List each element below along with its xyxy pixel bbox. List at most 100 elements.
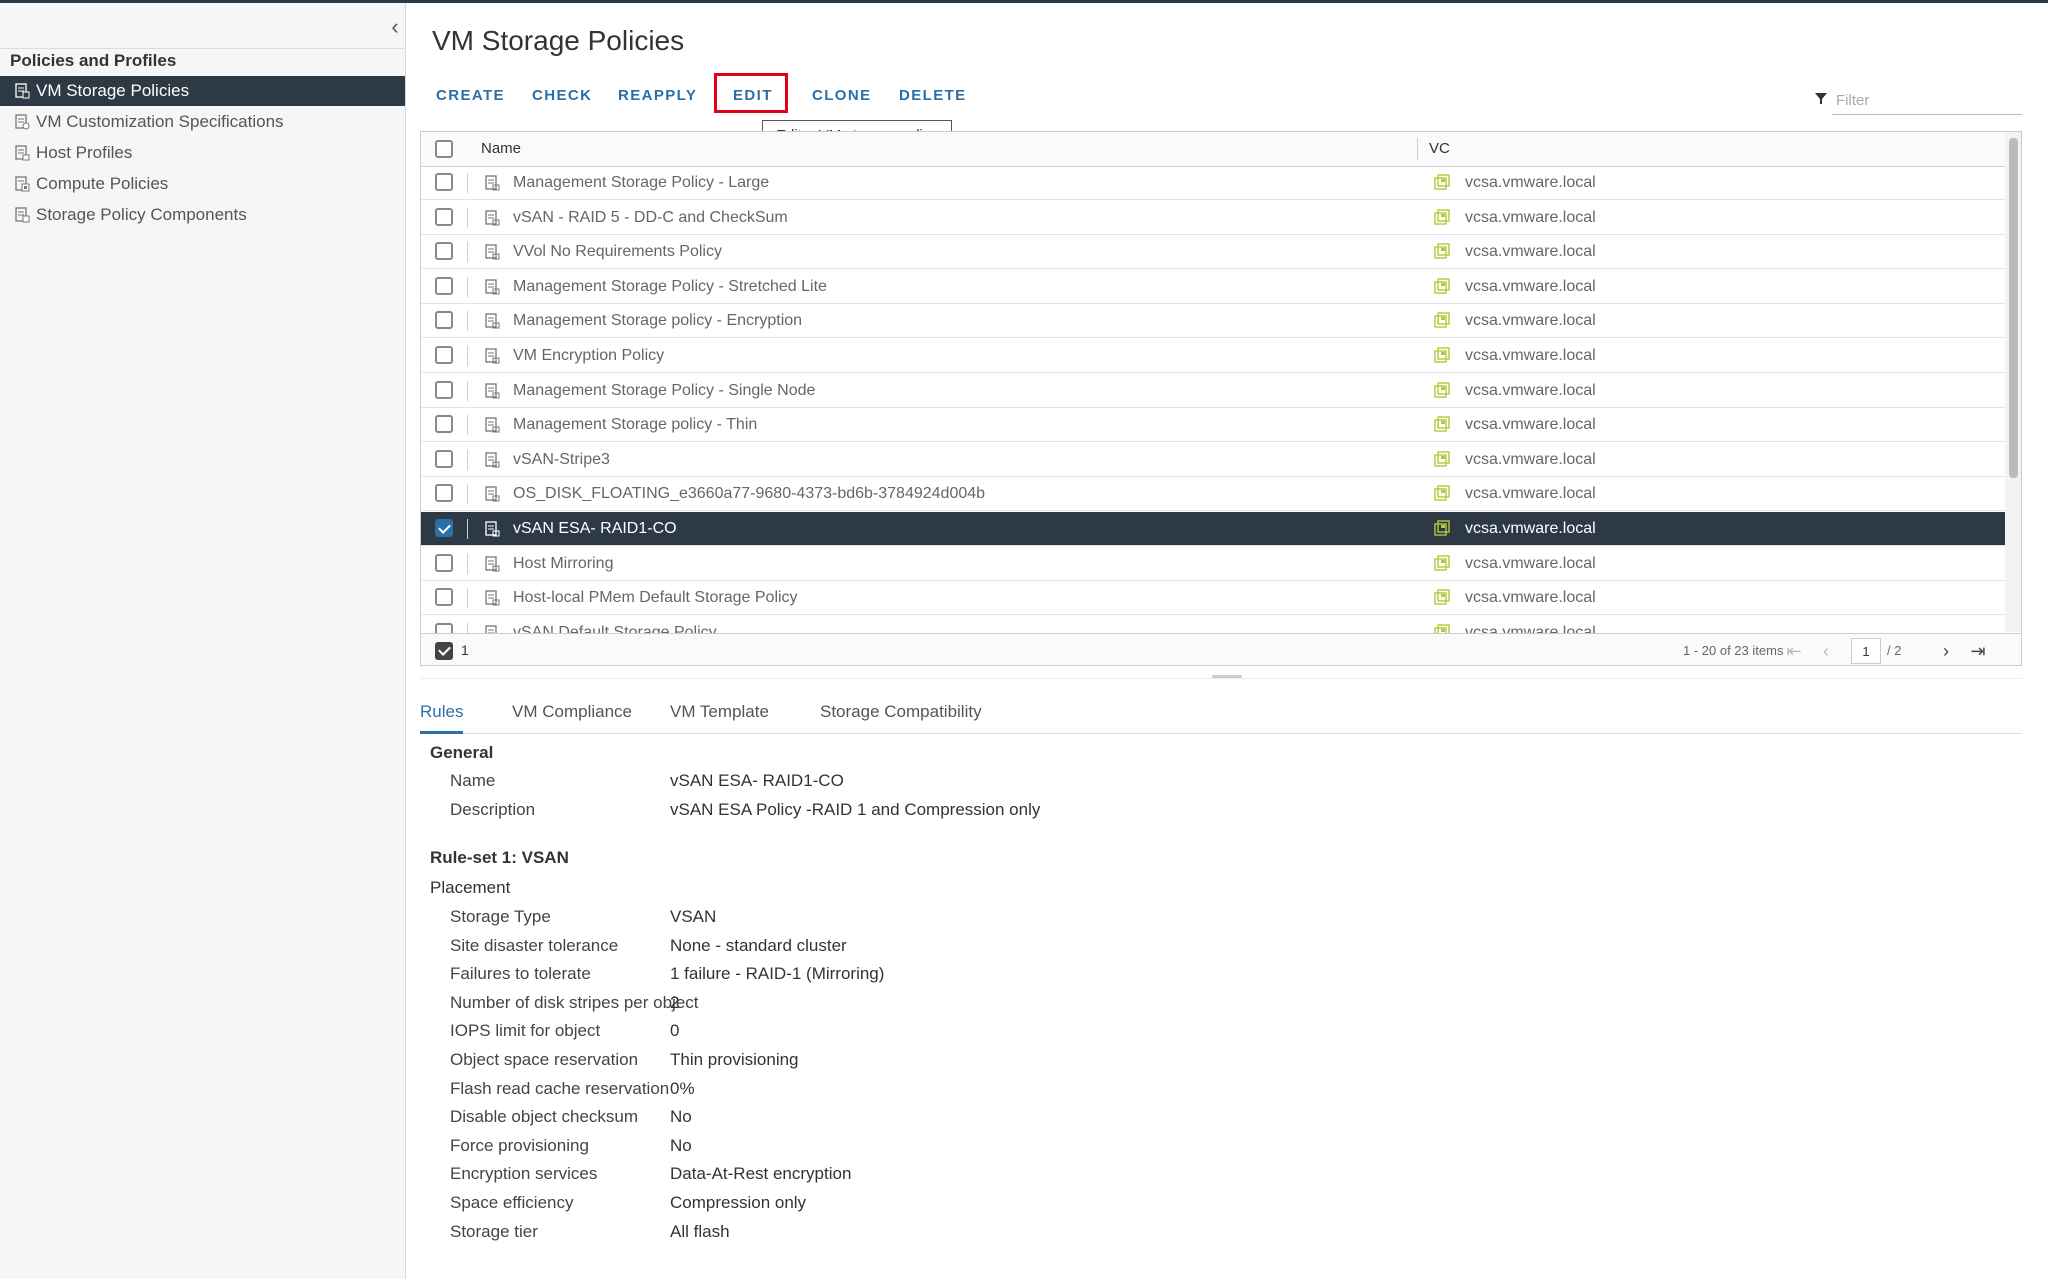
- policy-name[interactable]: Management Storage policy - Thin: [513, 408, 757, 442]
- storage-policy-icon: [485, 348, 500, 364]
- vc-name: vcsa.vmware.local: [1465, 623, 1596, 633]
- sidebar-item-vm-customization-specifications[interactable]: VM Customization Specifications: [0, 107, 405, 137]
- detail-value: 0: [670, 1021, 680, 1041]
- table-row[interactable]: Management Storage policy - Thin vcsa.vmw…: [421, 408, 2005, 443]
- vcenter-icon: [1434, 520, 1450, 536]
- row-checkbox[interactable]: [435, 311, 453, 330]
- storage-policy-icon: [485, 486, 500, 502]
- delete-button[interactable]: DELETE: [899, 83, 967, 109]
- detail-value: Data-At-Rest encryption: [670, 1164, 852, 1184]
- detail-key: Disable object checksum: [450, 1107, 639, 1127]
- row-checkbox[interactable]: [435, 276, 453, 295]
- row-checkbox[interactable]: [435, 622, 453, 633]
- check-button[interactable]: CHECK: [532, 83, 592, 109]
- next-page-icon[interactable]: ›: [1935, 640, 1957, 662]
- clone-button[interactable]: CLONE: [812, 83, 872, 109]
- column-resize-handle[interactable]: [1417, 138, 1418, 160]
- row-checkbox[interactable]: [435, 484, 453, 503]
- table-row[interactable]: Management Storage policy - Encryption vc…: [421, 304, 2005, 339]
- policy-name[interactable]: OS_DISK_FLOATING_e3660a77-9680-4373-bd6b…: [513, 477, 985, 511]
- vc-name: vcsa.vmware.local: [1465, 450, 1596, 468]
- current-page-input[interactable]: 1: [1851, 638, 1881, 664]
- sidebar-item-compute-policies[interactable]: Compute Policies: [0, 169, 405, 199]
- vc-name: vcsa.vmware.local: [1465, 277, 1596, 295]
- compute-policy-icon: [15, 176, 30, 192]
- row-checkbox[interactable]: [435, 242, 453, 261]
- grid-scrollbar[interactable]: [2005, 132, 2021, 632]
- selection-toggle-checkbox[interactable]: [435, 642, 453, 660]
- customization-spec-icon: [15, 114, 30, 130]
- reapply-button[interactable]: REAPPLY: [618, 83, 697, 109]
- grid-rows: Management Storage Policy - Large vcsa.vm…: [421, 166, 2005, 633]
- table-row[interactable]: VM Encryption Policy vcsa.vmware.local: [421, 339, 2005, 373]
- row-checkbox[interactable]: [435, 519, 453, 537]
- row-checkbox[interactable]: [435, 380, 453, 399]
- table-row[interactable]: Host-local PMem Default Storage Policy vc…: [421, 581, 2005, 616]
- table-row[interactable]: vSAN - RAID 5 - DD-C and CheckSum vcsa.vm…: [421, 201, 2005, 235]
- policy-name[interactable]: Host-local PMem Default Storage Policy: [513, 581, 798, 615]
- policy-name[interactable]: vSAN Default Storage Policy: [513, 616, 717, 633]
- tab-rules[interactable]: Rules: [420, 693, 464, 734]
- vcenter-icon: [1434, 416, 1450, 432]
- section-ruleset: Rule-set 1: VSAN: [430, 848, 569, 867]
- vc-name: vcsa.vmware.local: [1465, 174, 1596, 191]
- row-checkbox[interactable]: [435, 173, 453, 191]
- column-header-name[interactable]: Name: [481, 132, 521, 166]
- row-checkbox[interactable]: [435, 207, 453, 226]
- last-page-icon[interactable]: ⇥: [1967, 640, 1989, 662]
- policy-name[interactable]: Management Storage Policy - Single Node: [513, 374, 815, 408]
- filter-input[interactable]: [1832, 87, 2022, 115]
- policy-name[interactable]: Management Storage Policy - Stretched Li…: [513, 270, 827, 304]
- policy-name[interactable]: Host Mirroring: [513, 547, 613, 581]
- policy-name[interactable]: vSAN ESA- RAID1-CO: [513, 512, 677, 546]
- create-button[interactable]: CREATE: [436, 83, 505, 109]
- table-row[interactable]: Management Storage Policy - Large vcsa.vm…: [421, 166, 2005, 200]
- row-divider: [467, 553, 468, 574]
- policy-name[interactable]: vSAN-Stripe3: [513, 443, 610, 477]
- tab-vm-template[interactable]: VM Template: [670, 693, 769, 731]
- table-row[interactable]: vSAN-Stripe3 vcsa.vmware.local: [421, 443, 2005, 477]
- row-checkbox[interactable]: [435, 449, 453, 468]
- detail-key: Description: [450, 800, 536, 819]
- column-header-vc[interactable]: VC: [1429, 132, 1450, 166]
- collapse-sidebar-icon[interactable]: ‹: [385, 15, 405, 39]
- table-row[interactable]: vSAN Default Storage Policy vcsa.vmware.l…: [421, 616, 2005, 633]
- table-row[interactable]: OS_DISK_FLOATING_e3660a77-9680-4373-bd6b…: [421, 477, 2005, 512]
- table-row[interactable]: VVol No Requirements Policy vcsa.vmware.l…: [421, 235, 2005, 270]
- previous-page-icon[interactable]: ‹: [1815, 640, 1837, 662]
- policy-name[interactable]: Management Storage Policy - Large: [513, 166, 769, 200]
- detail-value: 2: [670, 992, 680, 1012]
- main-content: VM Storage Policies CREATE CHECK REAPPLY…: [406, 3, 2048, 1279]
- policy-name[interactable]: vSAN - RAID 5 - DD-C and CheckSum: [513, 201, 788, 235]
- table-row[interactable]: vSAN ESA- RAID1-CO vcsa.vmware.local: [421, 512, 2005, 546]
- select-all-checkbox[interactable]: [435, 140, 453, 158]
- scrollbar-thumb[interactable]: [2009, 138, 2018, 478]
- vcenter-icon: [1434, 624, 1450, 633]
- table-row[interactable]: Management Storage Policy - Single Node v…: [421, 374, 2005, 408]
- table-row[interactable]: Management Storage Policy - Stretched Li…: [421, 270, 2005, 304]
- sidebar-item-host-profiles[interactable]: Host Profiles: [0, 138, 405, 168]
- storage-policy-icon: [485, 209, 500, 226]
- sidebar-item-storage-policy-components[interactable]: Storage Policy Components: [0, 200, 405, 230]
- edit-button[interactable]: EDIT: [733, 83, 773, 109]
- sidebar-item-vm-storage-policies[interactable]: VM Storage Policies: [0, 76, 405, 106]
- row-checkbox[interactable]: [435, 346, 453, 364]
- policy-name[interactable]: Management Storage policy - Encryption: [513, 304, 802, 338]
- detail-key: Site disaster tolerance: [450, 935, 619, 955]
- table-row[interactable]: Host Mirroring vcsa.vmware.local: [421, 547, 2005, 581]
- detail-key: Force provisioning: [450, 1135, 589, 1155]
- row-checkbox[interactable]: [435, 415, 453, 434]
- row-checkbox[interactable]: [435, 588, 453, 607]
- row-checkbox[interactable]: [435, 553, 453, 572]
- pane-splitter-handle[interactable]: [1212, 675, 1242, 678]
- policy-name[interactable]: VVol No Requirements Policy: [513, 235, 722, 269]
- section-placement: Placement: [430, 878, 511, 897]
- policy-name[interactable]: VM Encryption Policy: [513, 339, 664, 373]
- grid-header: Name VC: [421, 132, 2005, 167]
- detail-key: Failures to tolerate: [450, 964, 591, 984]
- storage-policy-icon: [485, 625, 497, 633]
- tab-vm-compliance[interactable]: VM Compliance: [512, 693, 632, 731]
- tab-storage-compatibility[interactable]: Storage Compatibility: [820, 693, 982, 731]
- vcenter-icon: [1434, 381, 1450, 398]
- first-page-icon[interactable]: ⇤: [1783, 640, 1805, 662]
